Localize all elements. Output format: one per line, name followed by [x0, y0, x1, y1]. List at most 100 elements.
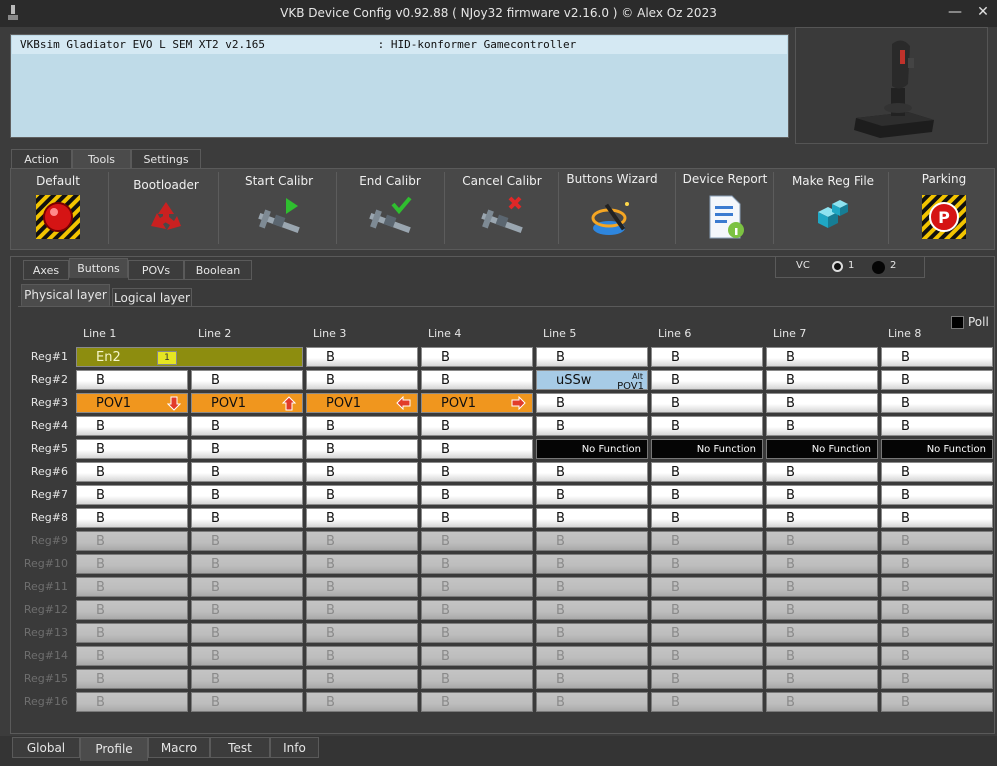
cell-button[interactable]: B: [306, 485, 418, 505]
cell-button[interactable]: B: [766, 485, 878, 505]
default-button[interactable]: Default: [14, 170, 102, 246]
cell-button[interactable]: B: [421, 508, 533, 528]
make-reg-file-button[interactable]: Make Reg File: [784, 170, 882, 246]
cell-button[interactable]: B: [76, 416, 188, 436]
tab-test[interactable]: Test: [210, 737, 270, 758]
vc-radio-1[interactable]: [832, 261, 843, 272]
cell-button[interactable]: B: [421, 439, 533, 459]
cancel-calibr-button[interactable]: Cancel Calibr: [452, 170, 552, 246]
cell-button[interactable]: B: [536, 462, 648, 482]
tab-action[interactable]: Action: [11, 149, 72, 169]
cell-no-function[interactable]: No Function: [536, 439, 648, 459]
cell-button[interactable]: B: [76, 508, 188, 528]
tab-global[interactable]: Global: [12, 737, 80, 758]
cell-button[interactable]: B: [881, 393, 993, 413]
cell-button[interactable]: B: [191, 485, 303, 505]
cell-no-function[interactable]: No Function: [651, 439, 763, 459]
close-button[interactable]: ✕: [969, 0, 997, 27]
cell-button[interactable]: B: [306, 370, 418, 390]
cell-pov-right[interactable]: POV1: [421, 393, 533, 413]
cell-pov-up[interactable]: POV1: [191, 393, 303, 413]
cell-button[interactable]: B: [76, 370, 188, 390]
cell-button[interactable]: B: [421, 370, 533, 390]
device-report-button[interactable]: Device Report: [680, 170, 770, 246]
tab-boolean[interactable]: Boolean: [184, 260, 252, 280]
cell-button-disabled: B: [536, 531, 648, 551]
tab-macro[interactable]: Macro: [148, 737, 210, 758]
cell-button[interactable]: B: [881, 347, 993, 367]
cell-button[interactable]: B: [306, 439, 418, 459]
tab-buttons[interactable]: Buttons: [69, 258, 128, 278]
cell-button[interactable]: B: [306, 416, 418, 436]
bootloader-label: Bootloader: [133, 178, 199, 192]
cell-button[interactable]: B: [766, 462, 878, 482]
cell-button[interactable]: B: [881, 485, 993, 505]
cell-button[interactable]: B: [651, 508, 763, 528]
cell-button[interactable]: B: [881, 416, 993, 436]
cell-button[interactable]: B: [651, 416, 763, 436]
parking-button[interactable]: Parking P: [898, 170, 990, 246]
cell-button[interactable]: B: [766, 416, 878, 436]
cell-button[interactable]: B: [76, 485, 188, 505]
cell-encoder-en2[interactable]: En2 1: [76, 347, 303, 367]
cell-button[interactable]: B: [536, 416, 648, 436]
cell-button[interactable]: B: [766, 370, 878, 390]
device-row[interactable]: VKBsim Gladiator EVO L SEM XT2 v2.165 : …: [12, 36, 787, 54]
cell-button[interactable]: B: [881, 508, 993, 528]
cell-button[interactable]: B: [536, 508, 648, 528]
cell-button[interactable]: B: [651, 347, 763, 367]
cell-button[interactable]: B: [651, 462, 763, 482]
cell-button[interactable]: B: [651, 485, 763, 505]
cell-button[interactable]: B: [306, 347, 418, 367]
end-calibr-button[interactable]: End Calibr: [342, 170, 438, 246]
cell-button-disabled: B: [881, 692, 993, 712]
poll-checkbox[interactable]: [951, 316, 964, 329]
cell-button[interactable]: B: [76, 462, 188, 482]
cell-button-disabled: B: [536, 669, 648, 689]
buttons-wizard-button[interactable]: Buttons Wizard: [562, 170, 662, 246]
cell-button[interactable]: B: [421, 347, 533, 367]
cell-microswitch-ussw[interactable]: uSSw Alt POV1: [536, 370, 648, 390]
tab-tools[interactable]: Tools: [72, 149, 131, 169]
cell-button[interactable]: B: [766, 508, 878, 528]
bootloader-button[interactable]: Bootloader: [120, 170, 212, 246]
cell-button[interactable]: B: [881, 370, 993, 390]
cell-button[interactable]: B: [651, 393, 763, 413]
cell-button-disabled: B: [421, 669, 533, 689]
tab-settings[interactable]: Settings: [131, 149, 201, 169]
cell-no-function[interactable]: No Function: [766, 439, 878, 459]
cell-button[interactable]: B: [191, 508, 303, 528]
cell-button[interactable]: B: [651, 370, 763, 390]
vc-radio-2[interactable]: [872, 261, 885, 274]
cell-button[interactable]: B: [536, 485, 648, 505]
cell-button[interactable]: B: [536, 347, 648, 367]
tab-povs[interactable]: POVs: [128, 260, 184, 280]
cell-no-function[interactable]: No Function: [881, 439, 993, 459]
start-calibr-button[interactable]: Start Calibr: [228, 170, 330, 246]
cell-button[interactable]: B: [76, 439, 188, 459]
minimize-button[interactable]: —: [941, 0, 969, 27]
cell-button[interactable]: B: [421, 462, 533, 482]
joystick-image: [795, 27, 988, 144]
cell-button[interactable]: B: [306, 508, 418, 528]
device-list[interactable]: VKBsim Gladiator EVO L SEM XT2 v2.165 : …: [10, 34, 789, 138]
tab-logical-layer[interactable]: Logical layer: [112, 288, 192, 307]
cell-button[interactable]: B: [536, 393, 648, 413]
cell-button[interactable]: B: [766, 347, 878, 367]
tab-info[interactable]: Info: [270, 737, 319, 758]
cell-button[interactable]: B: [191, 416, 303, 436]
cell-button[interactable]: B: [191, 439, 303, 459]
cell-button[interactable]: B: [191, 370, 303, 390]
cell-button[interactable]: B: [881, 462, 993, 482]
cell-button[interactable]: B: [191, 462, 303, 482]
cell-pov-down[interactable]: POV1: [76, 393, 188, 413]
cell-button[interactable]: B: [766, 393, 878, 413]
cell-button[interactable]: B: [421, 416, 533, 436]
cell-button[interactable]: B: [421, 485, 533, 505]
cell-pov-left[interactable]: POV1: [306, 393, 418, 413]
tab-profile[interactable]: Profile: [80, 737, 148, 761]
tab-axes[interactable]: Axes: [23, 260, 69, 280]
encoder-badge: 1: [157, 351, 177, 365]
cell-button[interactable]: B: [306, 462, 418, 482]
tab-physical-layer[interactable]: Physical layer: [21, 284, 110, 306]
